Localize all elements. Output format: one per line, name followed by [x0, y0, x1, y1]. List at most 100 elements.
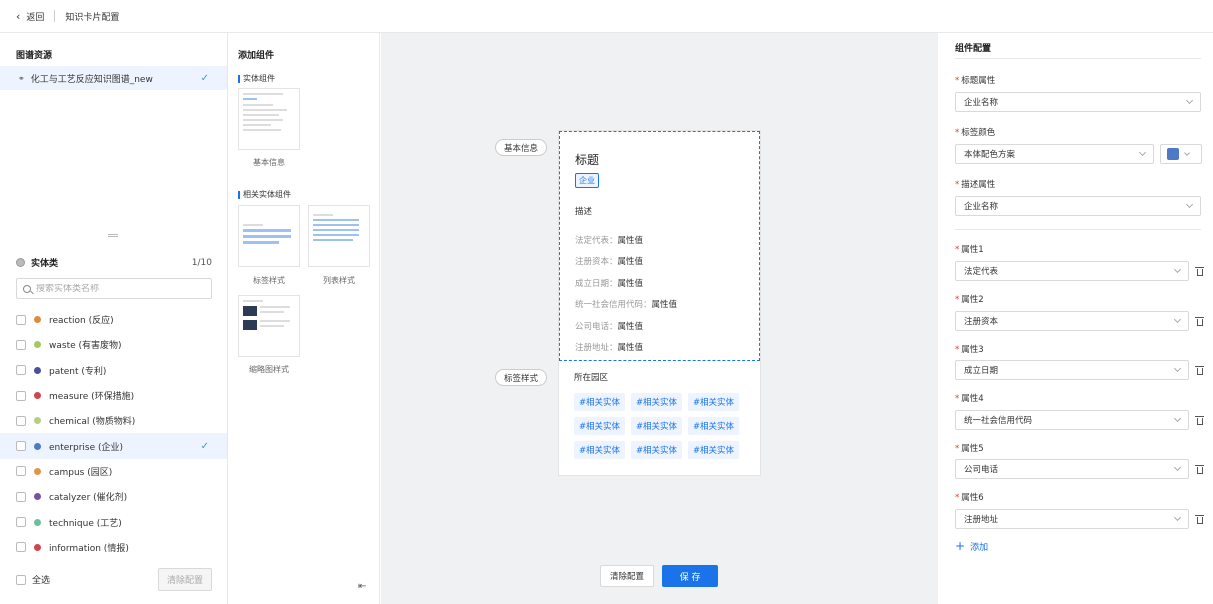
chevron-down-icon [1173, 513, 1182, 522]
thumbnail-style-thumbnail[interactable] [238, 295, 300, 357]
card-title: 标题 [575, 153, 600, 167]
title-attr-select[interactable]: 企业名称 [955, 92, 1201, 112]
entity-row-campus[interactable]: campus (园区) [0, 459, 227, 484]
graph-item[interactable]: ⚭ 化工与工艺反应知识图谱_new ✓ [0, 66, 227, 90]
delete-icon[interactable] [1195, 266, 1204, 276]
resize-handle[interactable] [108, 234, 118, 237]
page-title: 知识卡片配置 [65, 12, 120, 23]
entity-checkbox[interactable] [16, 542, 26, 553]
divider [955, 229, 1201, 230]
chevron-down-icon [1185, 200, 1194, 209]
attr-2-label: * 属性2 [955, 295, 984, 305]
entity-checkbox[interactable] [16, 390, 26, 401]
chevron-left-icon: ‹ [16, 9, 21, 23]
entity-checkbox[interactable] [16, 517, 26, 528]
chevron-down-icon [1173, 315, 1182, 324]
select-all-checkbox[interactable] [16, 574, 26, 585]
list-style-thumbnail[interactable] [308, 205, 370, 267]
card-attr: 注册地址：属性值 [575, 342, 644, 353]
entity-row-patent[interactable]: patent (专利) [0, 358, 227, 383]
attr-6-select[interactable]: 注册地址 [955, 509, 1189, 529]
component-panel: 添加组件 实体组件 基本信息 相关实体组件 标签样式 列表样式 缩略图样式 ⇤ [229, 33, 380, 604]
color-picker[interactable] [1160, 144, 1202, 164]
delete-icon[interactable] [1195, 464, 1204, 474]
entity-color-dot [34, 543, 41, 551]
attr-5-label: * 属性5 [955, 444, 984, 454]
check-icon: ✓ [200, 440, 209, 452]
top-bar: ‹ 返回 知识卡片配置 [0, 0, 1213, 33]
delete-icon[interactable] [1195, 316, 1204, 326]
entity-checkbox[interactable] [16, 466, 26, 477]
select-all[interactable]: 全选 [16, 573, 50, 586]
entity-checkbox[interactable] [16, 339, 26, 350]
attr-4-select[interactable]: 统一社会信用代码 [955, 410, 1189, 430]
entity-search-input[interactable] [36, 283, 196, 294]
title-attr-label: * 标题属性 [955, 76, 996, 86]
entity-row-catalyzer[interactable]: catalyzer (催化剂) [0, 484, 227, 509]
select-all-label: 全选 [32, 576, 51, 586]
entity-label: technique (工艺) [49, 518, 122, 529]
entity-label: patent (专利) [49, 366, 107, 377]
tag-color-label: * 标签颜色 [955, 128, 996, 138]
entity-row-chemical[interactable]: chemical (物质物料) [0, 408, 227, 433]
tag-color-select[interactable]: 本体配色方案 [955, 144, 1154, 164]
entity-search [16, 278, 212, 299]
entity-checkbox[interactable] [16, 491, 26, 502]
tag-style-caption: 标签样式 [253, 276, 285, 285]
attr-1-label: * 属性1 [955, 245, 984, 255]
entity-list: reaction (反应) waste (有害废物) patent (专利) m… [0, 307, 227, 560]
config-panel: 组件配置 * 标题属性 企业名称 * 标签颜色 本体配色方案 * 描述属性 企业名称 … [939, 33, 1213, 604]
related-title: 所在园区 [574, 373, 609, 383]
card-attr: 统一社会信用代码：属性值 [575, 300, 678, 311]
entity-color-dot [34, 392, 41, 400]
save-button[interactable]: 保 存 [662, 565, 719, 587]
chevron-down-icon [1173, 414, 1182, 423]
entity-checkbox[interactable] [16, 365, 26, 376]
delete-icon[interactable] [1195, 415, 1204, 425]
entity-label: reaction (反应) [49, 316, 114, 327]
entity-color-dot [34, 316, 41, 324]
knowledge-card: 标题 企业 描述 法定代表：属性值 注册资本：属性值 成立日期：属性值 统一社会… [558, 130, 761, 476]
entity-label: measure (环保措施) [49, 392, 135, 403]
left-panel: 图谱资源 ⚭ 化工与工艺反应知识图谱_new ✓ 实体类 1/10 reacti… [0, 33, 228, 604]
basic-info-thumbnail[interactable] [238, 88, 300, 150]
attr-1-select[interactable]: 法定代表 [955, 261, 1189, 281]
related-tag: #相关实体 [631, 441, 682, 459]
entity-row-technique[interactable]: technique (工艺) [0, 509, 227, 534]
clear-config-button[interactable]: 清除配置 [600, 565, 655, 587]
entity-row-information[interactable]: information (情报) [0, 535, 227, 560]
divider [955, 58, 1201, 59]
collapse-icon[interactable]: ⇤ [358, 581, 366, 592]
thumbnail-style-caption: 缩略图样式 [249, 365, 289, 374]
delete-icon[interactable] [1195, 365, 1204, 375]
add-attr-button[interactable]: + 添加 [955, 539, 988, 553]
basic-info-pill[interactable]: 基本信息 [495, 139, 548, 156]
tag-style-pill[interactable]: 标签样式 [495, 369, 548, 386]
chevron-down-icon [1173, 265, 1182, 274]
related-tag: #相关实体 [574, 417, 625, 435]
entity-row-reaction[interactable]: reaction (反应) [0, 307, 227, 332]
entity-checkbox[interactable] [16, 441, 26, 452]
attr-5-select[interactable]: 公司电话 [955, 459, 1189, 479]
attr-2-select[interactable]: 注册资本 [955, 311, 1189, 331]
entity-row-measure[interactable]: measure (环保措施) [0, 383, 227, 408]
card-attr: 注册资本：属性值 [575, 257, 644, 268]
desc-attr-select[interactable]: 企业名称 [955, 196, 1201, 216]
back-button[interactable]: ‹ 返回 [16, 10, 44, 23]
entity-checkbox[interactable] [16, 415, 26, 426]
attr-3-select[interactable]: 成立日期 [955, 360, 1189, 380]
basic-info-block[interactable]: 标题 企业 描述 法定代表：属性值 注册资本：属性值 成立日期：属性值 统一社会… [559, 131, 760, 361]
left-footer: 全选 清除配置 [16, 568, 212, 591]
entity-label: enterprise (企业) [49, 442, 124, 453]
entity-class-icon [16, 258, 25, 267]
entity-label: information (情报) [49, 543, 129, 554]
delete-icon[interactable] [1195, 514, 1204, 524]
divider [54, 10, 56, 22]
clear-config-button[interactable]: 清除配置 [157, 568, 212, 591]
related-tag: #相关实体 [631, 393, 682, 411]
entity-checkbox[interactable] [16, 314, 26, 325]
entity-row-enterprise[interactable]: enterprise (企业) ✓ [0, 433, 227, 459]
tag-style-thumbnail[interactable] [238, 205, 300, 267]
card-attr: 成立日期：属性值 [575, 278, 644, 289]
entity-row-waste[interactable]: waste (有害废物) [0, 332, 227, 357]
